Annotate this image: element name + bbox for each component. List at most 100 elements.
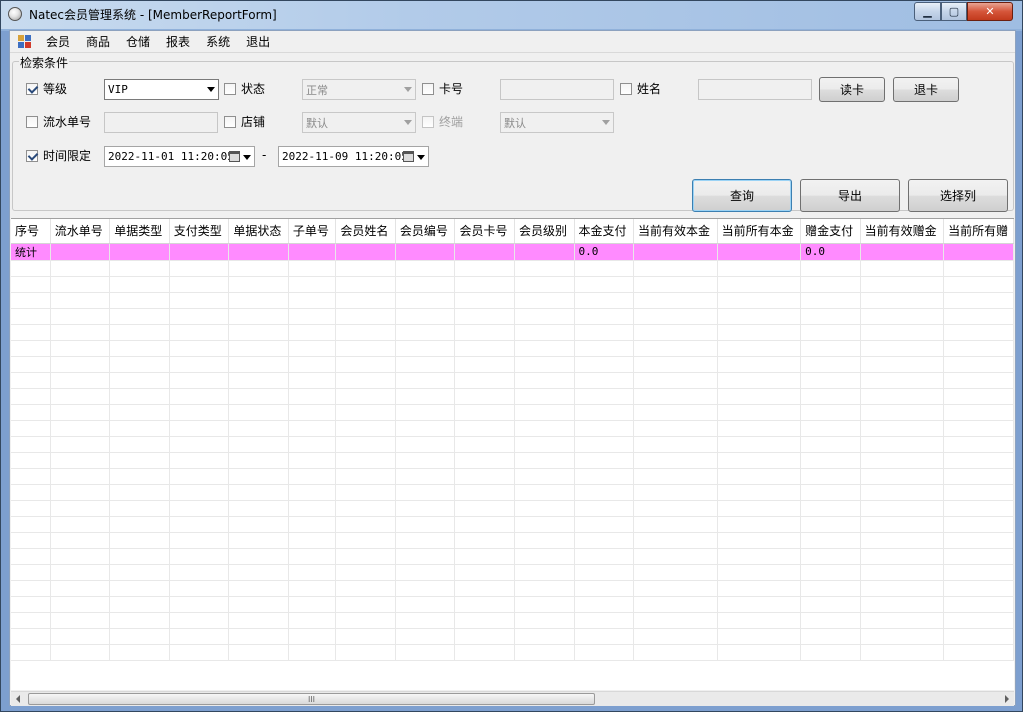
table-cell[interactable] [860, 468, 945, 485]
table-cell[interactable] [288, 500, 337, 517]
table-cell[interactable] [395, 308, 456, 325]
stat-cell[interactable]: 0.0 [800, 243, 861, 261]
table-cell[interactable] [109, 308, 170, 325]
table-cell[interactable] [169, 596, 230, 613]
table-cell[interactable] [11, 356, 51, 373]
table-cell[interactable] [800, 436, 861, 453]
table-cell[interactable] [514, 500, 575, 517]
stat-cell[interactable] [288, 243, 337, 261]
table-row[interactable] [11, 260, 1014, 277]
column-header[interactable]: 会员姓名 [335, 219, 396, 244]
table-cell[interactable] [514, 468, 575, 485]
table-cell[interactable] [395, 612, 456, 629]
table-cell[interactable] [514, 292, 575, 309]
table-cell[interactable] [11, 324, 51, 341]
table-cell[interactable] [717, 612, 802, 629]
table-cell[interactable] [860, 532, 945, 549]
table-cell[interactable] [109, 420, 170, 437]
table-cell[interactable] [169, 484, 230, 501]
table-cell[interactable] [288, 356, 337, 373]
title-bar[interactable]: Natec会员管理系统 - [MemberReportForm] ▁ ▢ ✕ [1, 1, 1022, 29]
mdi-app-icon[interactable] [18, 34, 32, 49]
table-cell[interactable] [50, 532, 111, 549]
table-cell[interactable] [943, 324, 1014, 341]
table-cell[interactable] [633, 436, 718, 453]
stat-cell[interactable] [943, 243, 1014, 261]
serial-no-checkbox[interactable]: 流水单号 [26, 113, 91, 130]
store-select[interactable]: 默认 [302, 112, 416, 133]
table-cell[interactable] [169, 452, 230, 469]
table-cell[interactable] [335, 532, 396, 549]
table-cell[interactable] [50, 644, 111, 661]
table-cell[interactable] [800, 644, 861, 661]
table-cell[interactable] [574, 628, 635, 645]
store-checkbox[interactable]: 店铺 [224, 113, 265, 130]
table-cell[interactable] [514, 436, 575, 453]
table-cell[interactable] [50, 580, 111, 597]
table-cell[interactable] [395, 340, 456, 357]
table-row[interactable] [11, 356, 1014, 373]
column-header[interactable]: 当前所有本金 [717, 219, 802, 244]
table-cell[interactable] [633, 644, 718, 661]
table-row[interactable] [11, 500, 1014, 517]
table-cell[interactable] [943, 260, 1014, 277]
table-cell[interactable] [454, 644, 515, 661]
table-cell[interactable] [574, 324, 635, 341]
table-row[interactable] [11, 436, 1014, 453]
table-cell[interactable] [109, 324, 170, 341]
table-cell[interactable] [454, 500, 515, 517]
table-cell[interactable] [395, 372, 456, 389]
table-cell[interactable] [228, 484, 289, 501]
table-cell[interactable] [109, 436, 170, 453]
table-cell[interactable] [454, 372, 515, 389]
table-cell[interactable] [633, 372, 718, 389]
menu-system[interactable]: 系统 [198, 31, 238, 53]
table-cell[interactable] [514, 276, 575, 293]
table-cell[interactable] [395, 580, 456, 597]
table-cell[interactable] [454, 324, 515, 341]
table-cell[interactable] [717, 436, 802, 453]
table-cell[interactable] [169, 532, 230, 549]
table-cell[interactable] [943, 292, 1014, 309]
table-cell[interactable] [109, 404, 170, 421]
table-cell[interactable] [288, 644, 337, 661]
table-cell[interactable] [395, 436, 456, 453]
table-cell[interactable] [454, 340, 515, 357]
table-cell[interactable] [335, 292, 396, 309]
table-cell[interactable] [395, 644, 456, 661]
table-cell[interactable] [109, 276, 170, 293]
table-cell[interactable] [943, 484, 1014, 501]
table-cell[interactable] [335, 628, 396, 645]
table-cell[interactable] [633, 356, 718, 373]
stat-cell[interactable] [50, 243, 111, 261]
table-cell[interactable] [335, 548, 396, 565]
table-cell[interactable] [395, 420, 456, 437]
table-cell[interactable] [943, 436, 1014, 453]
table-cell[interactable] [454, 420, 515, 437]
table-cell[interactable] [800, 484, 861, 501]
table-cell[interactable] [943, 596, 1014, 613]
stat-cell[interactable] [335, 243, 396, 261]
stat-cell[interactable] [454, 243, 515, 261]
table-cell[interactable] [228, 388, 289, 405]
table-cell[interactable] [514, 308, 575, 325]
menu-reports[interactable]: 报表 [158, 31, 198, 53]
menu-exit[interactable]: 退出 [238, 31, 278, 53]
table-cell[interactable] [943, 404, 1014, 421]
table-cell[interactable] [395, 324, 456, 341]
table-cell[interactable] [633, 596, 718, 613]
table-cell[interactable] [288, 436, 337, 453]
table-cell[interactable] [335, 356, 396, 373]
table-cell[interactable] [228, 372, 289, 389]
table-cell[interactable] [454, 276, 515, 293]
table-cell[interactable] [454, 484, 515, 501]
table-cell[interactable] [50, 436, 111, 453]
table-cell[interactable] [800, 500, 861, 517]
table-cell[interactable] [50, 628, 111, 645]
table-cell[interactable] [169, 548, 230, 565]
table-cell[interactable] [335, 324, 396, 341]
table-cell[interactable] [335, 420, 396, 437]
table-cell[interactable] [514, 644, 575, 661]
table-cell[interactable] [514, 596, 575, 613]
table-cell[interactable] [514, 420, 575, 437]
